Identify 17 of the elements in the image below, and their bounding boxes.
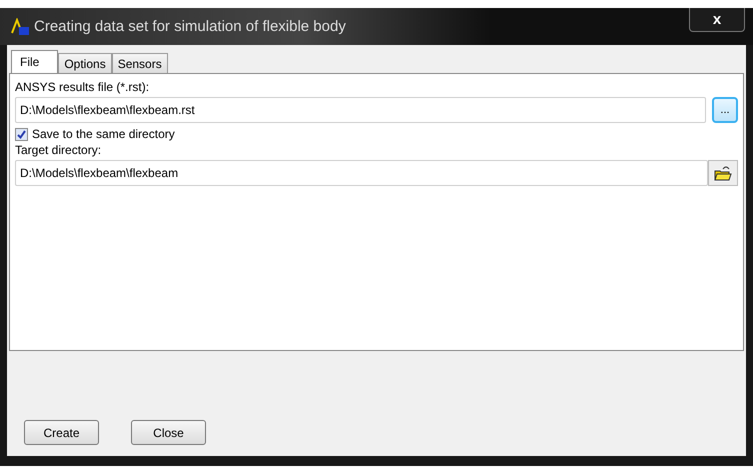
checkbox-label: Save to the same directory [32, 127, 175, 141]
app-icon [10, 18, 30, 36]
field-label: ANSYS results file (*.rst): [15, 80, 150, 94]
checkbox[interactable] [15, 128, 28, 140]
tab[interactable]: File [11, 50, 58, 74]
field-label: Target directory: [15, 143, 102, 157]
input-field[interactable]: D:\Models\flexbeam\flexbeam [15, 160, 708, 186]
window-title: Creating data set for simulation of flexible body [34, 18, 346, 35]
input-field[interactable]: D:\Models\flexbeam\flexbeam.rst [15, 97, 706, 123]
tab[interactable]: Sensors [112, 53, 168, 74]
dialog-button[interactable]: Create [24, 420, 99, 445]
browse-button[interactable]: ... [712, 97, 738, 123]
folder-button[interactable] [708, 160, 738, 186]
folder-icon [714, 165, 732, 181]
tab[interactable]: Options [58, 53, 112, 74]
window-close-button[interactable]: x [689, 8, 745, 32]
dialog-button[interactable]: Close [131, 420, 206, 445]
